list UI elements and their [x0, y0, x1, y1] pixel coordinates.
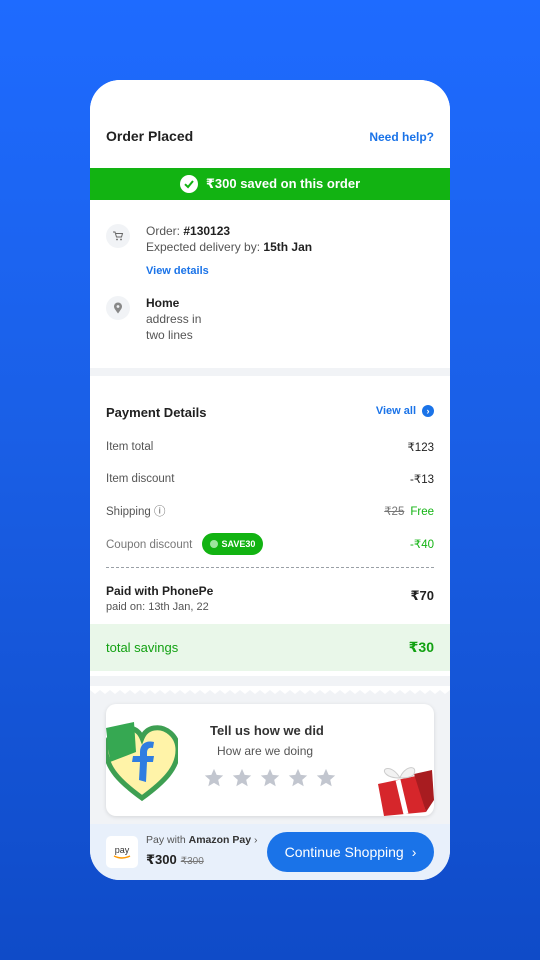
feedback-card: Tell us how we did How are we doing [106, 704, 434, 816]
dashed-divider [106, 567, 434, 568]
bottom-bar: pay Pay with Amazon Pay › ₹300 ₹300 Conti… [90, 824, 450, 880]
savings-text: ₹300 saved on this order [205, 176, 361, 191]
coupon-icon [209, 540, 218, 548]
payment-details-title: Payment Details [106, 405, 207, 420]
continue-shopping-button[interactable]: Continue Shopping › [267, 832, 434, 872]
cart-icon [106, 224, 130, 248]
payment-row-shipping: Shipping ⓘ ₹25 Free [106, 506, 434, 518]
paid-with-title: Paid with PhonePe [106, 584, 214, 598]
gift-box-icon [378, 767, 434, 816]
app-screen: Order Placed Need help? ₹300 saved on th… [90, 80, 450, 880]
view-details-link[interactable]: View details [146, 265, 209, 277]
check-circle-icon [179, 175, 198, 193]
total-savings-label: total savings [106, 640, 179, 655]
pay-with-amazon-link[interactable]: Pay with Amazon Pay › [146, 834, 257, 846]
feedback-title: Tell us how we did [210, 723, 324, 738]
order-info: Order: #130123 Expected delivery by: 15t… [90, 200, 450, 370]
address-line-1: address in [146, 312, 202, 326]
amazon-pay-price: ₹300 ₹300 [146, 852, 204, 867]
address-line-2: two lines [146, 328, 193, 342]
payment-row-coupon: Coupon discount SAVE30 -₹40 [106, 533, 434, 555]
paid-on-date: paid on: 13th Jan, 22 [106, 601, 209, 613]
zigzag-edge [90, 686, 450, 694]
amazon-pay-logo-icon: pay [106, 836, 138, 868]
chevron-right-icon: › [411, 844, 417, 860]
need-help-link[interactable]: Need help? [369, 130, 434, 144]
total-savings-amount: ₹30 [408, 639, 434, 655]
chevron-right-icon: › [422, 405, 434, 417]
delivery-date: Expected delivery by: 15th Jan [146, 240, 313, 254]
header: Order Placed Need help? [90, 80, 450, 168]
coupon-badge: SAVE30 [201, 533, 264, 555]
payment-row-item-total: Item total ₹123 [106, 441, 434, 454]
payment-row-item-discount: Item discount -₹13 [106, 473, 434, 486]
star-icon[interactable] [203, 767, 225, 789]
page-title: Order Placed [106, 128, 194, 144]
location-pin-icon [106, 296, 130, 320]
feedback-subtitle: How are we doing [217, 744, 314, 758]
view-all-button[interactable]: View all › [376, 405, 434, 417]
star-icon[interactable] [315, 767, 337, 789]
flipkart-logo-icon [106, 722, 178, 802]
star-rating[interactable] [203, 767, 337, 789]
star-icon[interactable] [259, 767, 281, 789]
order-number: Order: #130123 [146, 224, 231, 238]
chevron-right-icon: › [253, 834, 258, 846]
savings-banner: ₹300 saved on this order [90, 168, 450, 200]
section-divider [90, 368, 450, 376]
paid-amount: ₹70 [410, 588, 434, 603]
address-title: Home [146, 296, 180, 310]
payment-details: Payment Details View all › Item total ₹12… [90, 376, 450, 676]
star-icon[interactable] [231, 767, 253, 789]
star-icon[interactable] [287, 767, 309, 789]
total-savings-bar: total savings ₹30 [90, 624, 450, 671]
